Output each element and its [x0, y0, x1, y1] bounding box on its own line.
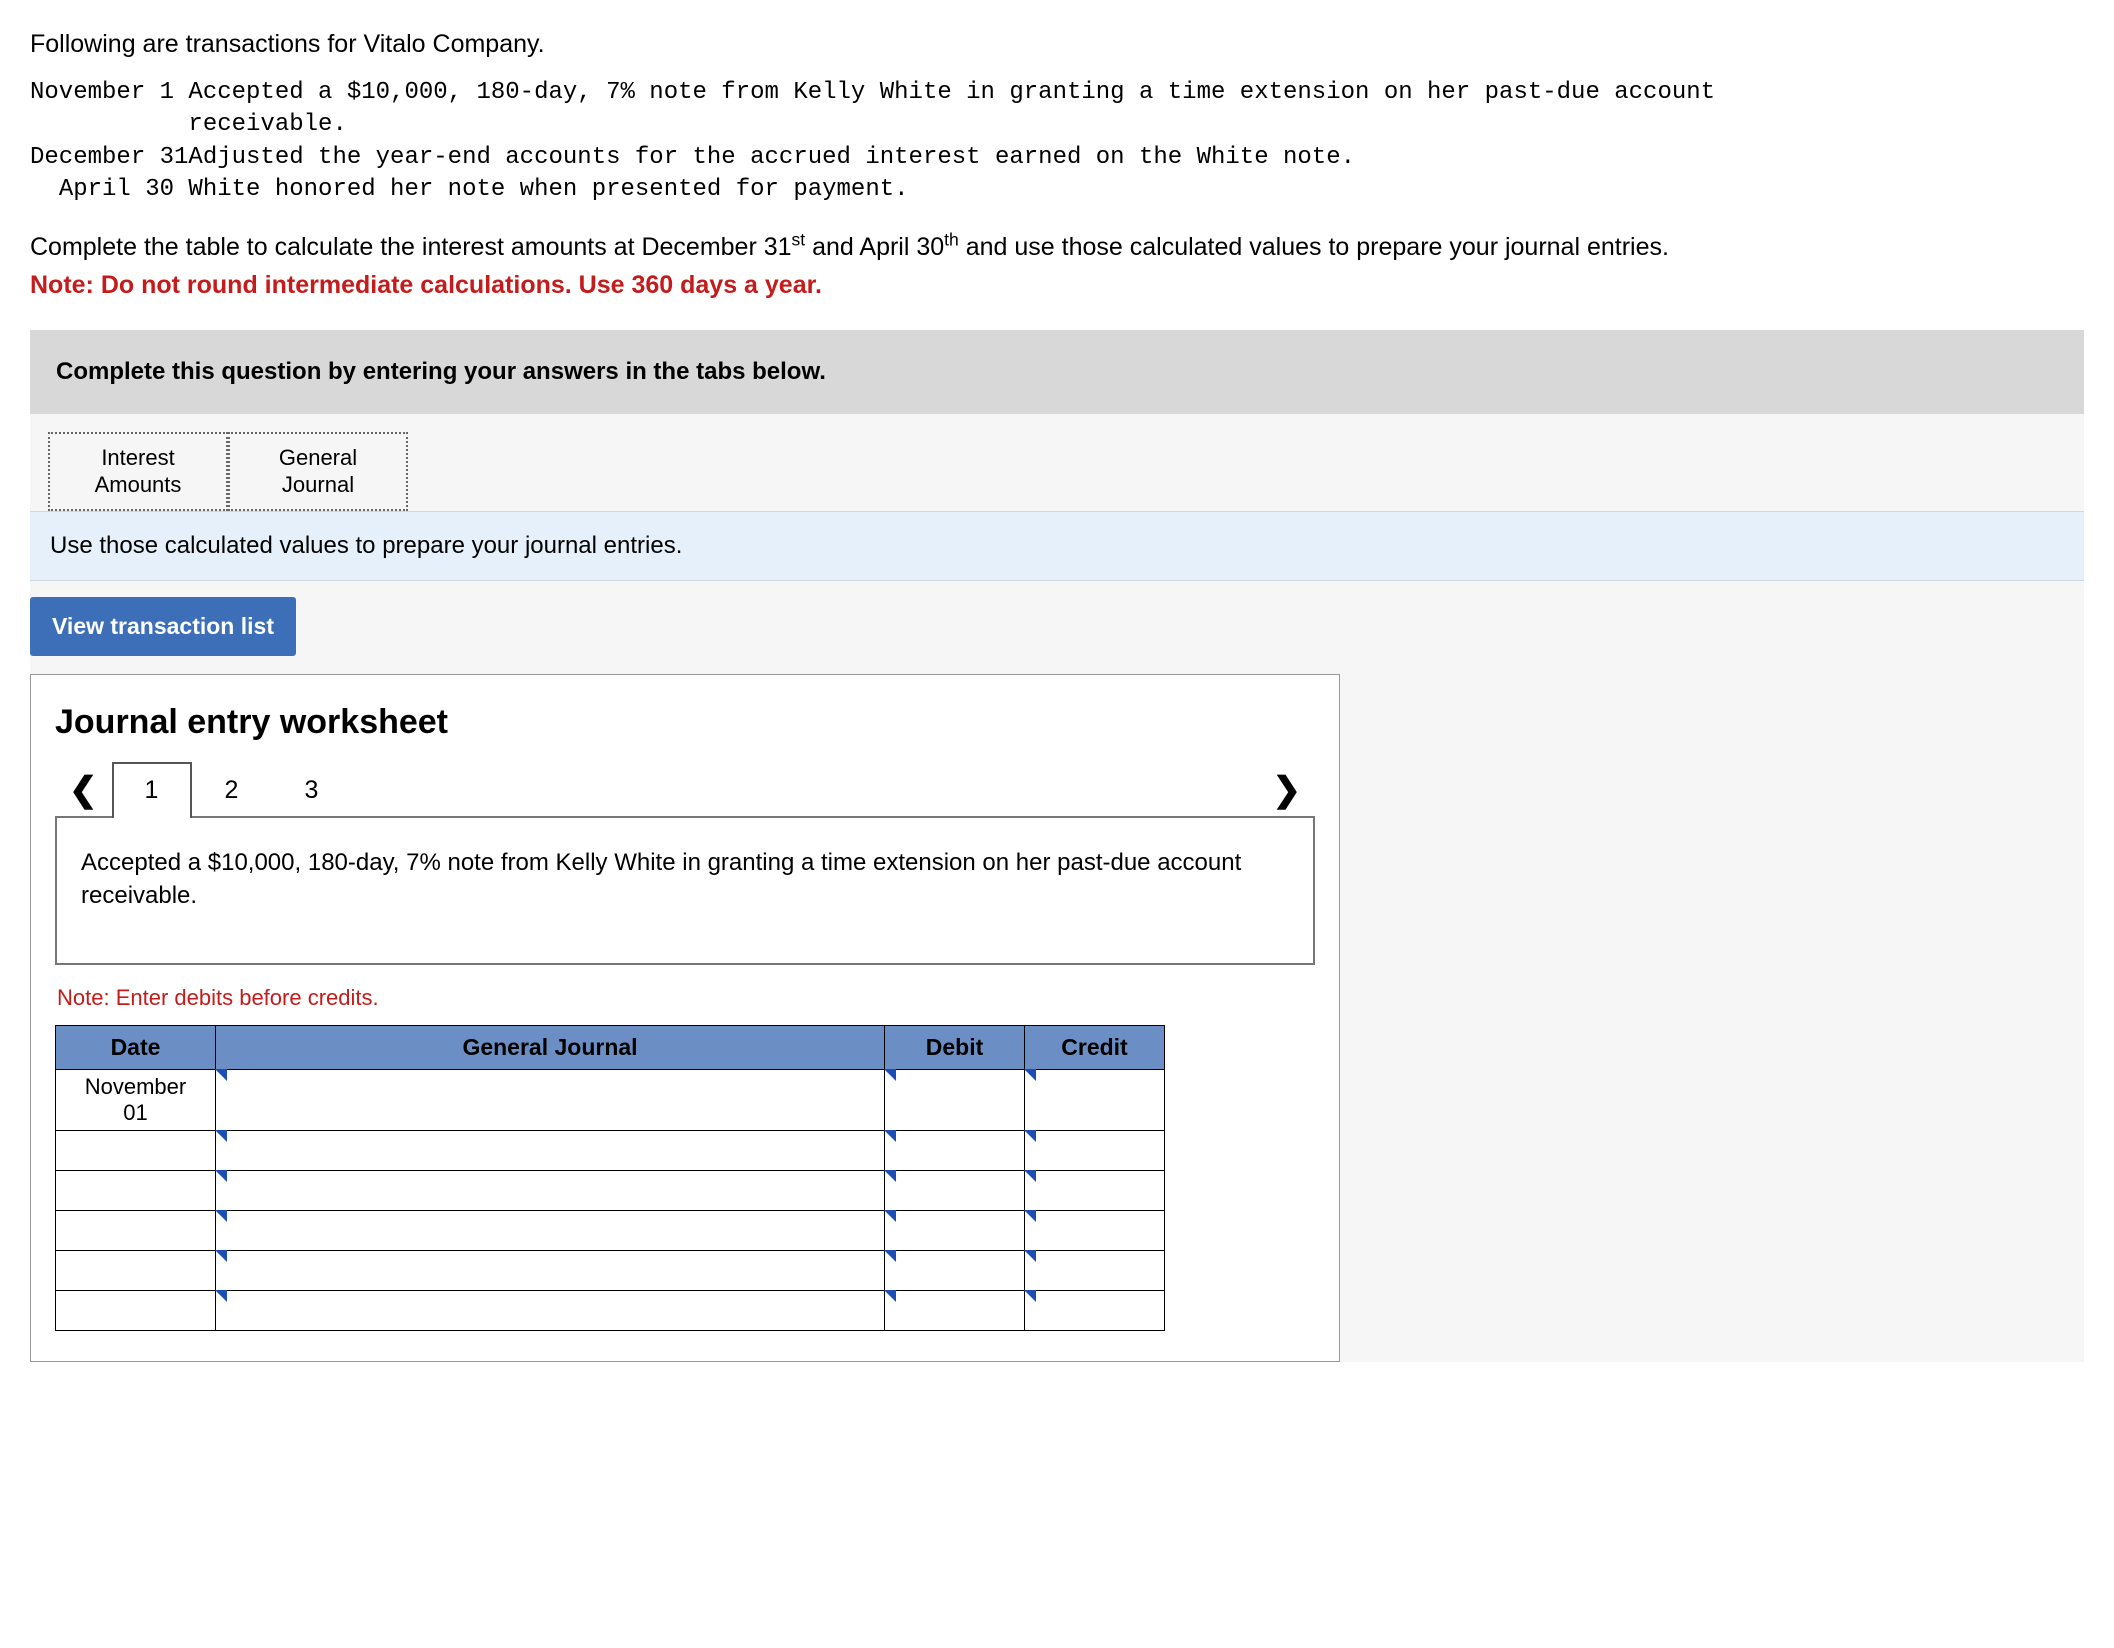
main-tabs: Interest Amounts General Journal — [30, 414, 2084, 511]
credit-cell[interactable] — [1025, 1251, 1165, 1291]
general-journal-cell[interactable] — [216, 1251, 885, 1291]
date-cell[interactable] — [56, 1251, 216, 1291]
debit-credit-note: Note: Enter debits before credits. — [57, 985, 1315, 1011]
general-journal-cell[interactable] — [216, 1171, 885, 1211]
table-row — [56, 1131, 1165, 1171]
date-cell[interactable] — [56, 1171, 216, 1211]
prompt-text: Complete the table to calculate the inte… — [30, 229, 2084, 265]
debit-cell[interactable] — [885, 1070, 1025, 1131]
tab-general-journal[interactable]: General Journal — [228, 432, 408, 511]
date-cell[interactable] — [56, 1211, 216, 1251]
col-header-credit: Credit — [1025, 1026, 1165, 1070]
credit-cell[interactable] — [1025, 1131, 1165, 1171]
general-journal-cell[interactable] — [216, 1070, 885, 1131]
transactions-block: November 1Accepted a $10,000, 180-day, 7… — [30, 77, 2084, 207]
debit-cell[interactable] — [885, 1211, 1025, 1251]
col-header-debit: Debit — [885, 1026, 1025, 1070]
date-cell[interactable]: November 01 — [56, 1070, 216, 1131]
credit-cell[interactable] — [1025, 1070, 1165, 1131]
general-journal-cell[interactable] — [216, 1291, 885, 1331]
table-row — [56, 1291, 1165, 1331]
general-journal-cell[interactable] — [216, 1131, 885, 1171]
date-cell[interactable] — [56, 1131, 216, 1171]
tab-interest-amounts[interactable]: Interest Amounts — [48, 432, 228, 511]
table-row — [56, 1171, 1165, 1211]
red-note: Note: Do not round intermediate calculat… — [30, 271, 2084, 300]
date-cell[interactable] — [56, 1291, 216, 1331]
col-header-date: Date — [56, 1026, 216, 1070]
debit-cell[interactable] — [885, 1251, 1025, 1291]
page-tab-3[interactable]: 3 — [272, 762, 352, 818]
table-row — [56, 1211, 1165, 1251]
col-header-general-journal: General Journal — [216, 1026, 885, 1070]
credit-cell[interactable] — [1025, 1211, 1165, 1251]
journal-entry-table: Date General Journal Debit Credit Novemb… — [55, 1025, 1165, 1331]
chevron-right-icon[interactable]: ❯ — [1259, 770, 1316, 810]
sub-instruction: Use those calculated values to prepare y… — [30, 511, 2084, 581]
debit-cell[interactable] — [885, 1291, 1025, 1331]
debit-cell[interactable] — [885, 1131, 1025, 1171]
chevron-left-icon[interactable]: ❮ — [55, 770, 112, 810]
entry-pager: ❮ 1 2 3 ❯ — [55, 762, 1315, 818]
debit-cell[interactable] — [885, 1171, 1025, 1211]
instruction-banner: Complete this question by entering your … — [30, 330, 2084, 414]
answer-area: Complete this question by entering your … — [30, 330, 2084, 1362]
page-tab-2[interactable]: 2 — [192, 762, 272, 818]
worksheet-title: Journal entry worksheet — [55, 703, 1315, 742]
view-transaction-list-button[interactable]: View transaction list — [30, 597, 296, 656]
entry-description: Accepted a $10,000, 180-day, 7% note fro… — [55, 816, 1315, 965]
journal-worksheet: Journal entry worksheet ❮ 1 2 3 ❯ Accept… — [30, 674, 1340, 1362]
intro-text: Following are transactions for Vitalo Co… — [30, 30, 2084, 59]
credit-cell[interactable] — [1025, 1291, 1165, 1331]
table-row — [56, 1251, 1165, 1291]
table-row: November 01 — [56, 1070, 1165, 1131]
credit-cell[interactable] — [1025, 1171, 1165, 1211]
page-tab-1[interactable]: 1 — [112, 762, 192, 818]
general-journal-cell[interactable] — [216, 1211, 885, 1251]
